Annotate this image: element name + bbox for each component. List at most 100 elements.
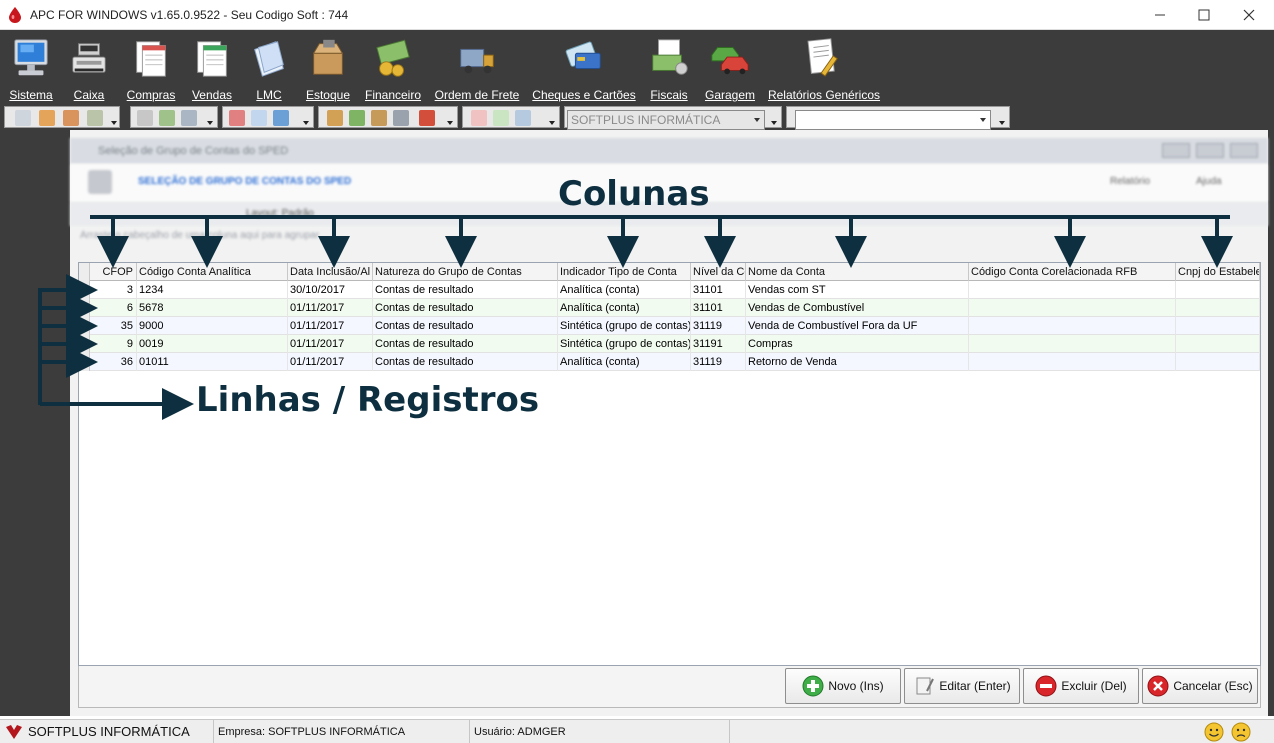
ajuda-button[interactable]: Ajuda: [1196, 176, 1222, 187]
cell-indicador-tipo[interactable]: Analítica (conta): [558, 299, 691, 317]
menu-compras[interactable]: Compras: [123, 32, 179, 102]
column-header-nivel[interactable]: Nível da Co: [691, 263, 746, 281]
dialog-minimize-button[interactable]: [1162, 143, 1190, 158]
menu-estoque[interactable]: Estoque: [302, 32, 354, 102]
menu-fiscais[interactable]: Fiscais: [644, 32, 694, 102]
chevron-down-icon[interactable]: [303, 121, 309, 125]
cell-nome-conta[interactable]: Retorno de Venda: [746, 353, 969, 371]
recycle-icon[interactable]: [515, 110, 531, 126]
cell-natureza[interactable]: Contas de resultado: [373, 299, 558, 317]
truck-icon[interactable]: [393, 110, 409, 126]
crate-icon[interactable]: [371, 110, 387, 126]
column-header-indicador-tipo[interactable]: Indicador Tipo de Conta: [558, 263, 691, 281]
column-header-nome-conta[interactable]: Nome da Conta: [746, 263, 969, 281]
second-combo[interactable]: [795, 110, 991, 130]
maximize-button[interactable]: [1195, 6, 1213, 24]
window-close-icon[interactable]: [15, 110, 31, 126]
cell-codigo-rfb[interactable]: [969, 335, 1176, 353]
relatorio-button[interactable]: Relatório: [1110, 176, 1150, 187]
cell-cnpj[interactable]: [1176, 335, 1260, 353]
money-icon[interactable]: [349, 110, 365, 126]
cell-data-inclusao[interactable]: 01/11/2017: [288, 299, 373, 317]
column-header-natureza[interactable]: Natureza do Grupo de Contas: [373, 263, 558, 281]
menu-caixa[interactable]: Caixa: [64, 32, 114, 102]
user-edit-icon[interactable]: [63, 110, 79, 126]
cell-data-inclusao[interactable]: 01/11/2017: [288, 317, 373, 335]
cell-cfop[interactable]: 3: [91, 281, 137, 299]
user-icon[interactable]: [39, 110, 55, 126]
cell-natureza[interactable]: Contas de resultado: [373, 317, 558, 335]
document-red-icon[interactable]: [229, 110, 245, 126]
cell-cnpj[interactable]: [1176, 317, 1260, 335]
chevron-down-icon[interactable]: [549, 121, 555, 125]
cell-codigo-conta[interactable]: 0019: [137, 335, 288, 353]
menu-relatorios-genericos[interactable]: Relatórios Genéricos: [766, 32, 882, 102]
cancelar-button[interactable]: Cancelar (Esc): [1142, 668, 1258, 704]
cell-cnpj[interactable]: [1176, 299, 1260, 317]
table-row[interactable]: 36 01011 01/11/2017 Contas de resultado Anal…: [79, 353, 1260, 371]
happy-face-icon[interactable]: [1203, 722, 1225, 742]
cell-nivel[interactable]: 31191: [691, 335, 746, 353]
layout-label[interactable]: Layout: Padrão: [246, 208, 314, 219]
menu-garagem[interactable]: Garagem: [703, 32, 757, 102]
column-header-cnpj[interactable]: Cnpj do Estabele: [1176, 263, 1260, 281]
editar-button[interactable]: Editar (Enter): [904, 668, 1020, 704]
menu-cheques-cartoes[interactable]: Cheques e Cartões: [532, 32, 636, 102]
cell-indicador-tipo[interactable]: Sintética (grupo de contas): [558, 335, 691, 353]
menu-ordem-de-frete[interactable]: Ordem de Frete: [432, 32, 522, 102]
sheet-icon[interactable]: [471, 110, 487, 126]
cell-nivel[interactable]: 31119: [691, 353, 746, 371]
cell-codigo-conta[interactable]: 5678: [137, 299, 288, 317]
table-row[interactable]: 3 1234 30/10/2017 Contas de resultado Analít…: [79, 281, 1260, 299]
person-icon[interactable]: [273, 110, 289, 126]
cell-codigo-rfb[interactable]: [969, 281, 1176, 299]
cell-indicador-tipo[interactable]: Analítica (conta): [558, 281, 691, 299]
chevron-down-icon[interactable]: [999, 121, 1005, 125]
cell-nivel[interactable]: 31119: [691, 317, 746, 335]
fuel-icon[interactable]: [419, 110, 435, 126]
cell-cfop[interactable]: 6: [91, 299, 137, 317]
row-indicator[interactable]: [79, 317, 90, 335]
column-header-codigo-rfb[interactable]: Código Conta Corelacionada RFB: [969, 263, 1176, 281]
row-indicator[interactable]: [79, 353, 90, 371]
sad-face-icon[interactable]: [1230, 722, 1252, 742]
table-row[interactable]: 35 9000 01/11/2017 Contas de resultado Sinté…: [79, 317, 1260, 335]
cell-cnpj[interactable]: [1176, 281, 1260, 299]
cell-nome-conta[interactable]: Venda de Combustível Fora da UF: [746, 317, 969, 335]
cell-codigo-conta[interactable]: 01011: [137, 353, 288, 371]
chevron-down-icon[interactable]: [771, 121, 777, 125]
grid-corner[interactable]: [79, 263, 90, 281]
chevron-down-icon[interactable]: [111, 121, 117, 125]
printer-icon[interactable]: [137, 110, 153, 126]
cell-indicador-tipo[interactable]: Sintética (grupo de contas): [558, 317, 691, 335]
close-button[interactable]: [1240, 6, 1258, 24]
cell-natureza[interactable]: Contas de resultado: [373, 281, 558, 299]
cell-cnpj[interactable]: [1176, 353, 1260, 371]
cell-codigo-rfb[interactable]: [969, 353, 1176, 371]
column-header-codigo-conta[interactable]: Código Conta Analítica: [137, 263, 288, 281]
menu-lmc[interactable]: LMC: [246, 32, 292, 102]
cell-indicador-tipo[interactable]: Analítica (conta): [558, 353, 691, 371]
novo-button[interactable]: Novo (Ins): [785, 668, 901, 704]
row-indicator[interactable]: [79, 335, 90, 353]
scanner-icon[interactable]: [159, 110, 175, 126]
row-indicator[interactable]: [79, 281, 90, 299]
document-blue-icon[interactable]: [251, 110, 267, 126]
cell-cfop[interactable]: 36: [91, 353, 137, 371]
chevron-down-icon[interactable]: [447, 121, 453, 125]
pump-icon[interactable]: [181, 110, 197, 126]
cell-data-inclusao[interactable]: 01/11/2017: [288, 335, 373, 353]
cell-nivel[interactable]: 31101: [691, 299, 746, 317]
cell-data-inclusao[interactable]: 01/11/2017: [288, 353, 373, 371]
dialog-maximize-button[interactable]: [1196, 143, 1224, 158]
broom-icon[interactable]: [87, 110, 103, 126]
dialog-close-button[interactable]: [1230, 143, 1258, 158]
cell-data-inclusao[interactable]: 30/10/2017: [288, 281, 373, 299]
table-row[interactable]: 9 0019 01/11/2017 Contas de resultado Sintét…: [79, 335, 1260, 353]
cell-natureza[interactable]: Contas de resultado: [373, 353, 558, 371]
menu-sistema[interactable]: Sistema: [6, 32, 56, 102]
cell-natureza[interactable]: Contas de resultado: [373, 335, 558, 353]
column-header-data-inclusao[interactable]: Data Inclusão/Al: [288, 263, 373, 281]
cell-codigo-rfb[interactable]: [969, 299, 1176, 317]
cell-nivel[interactable]: 31101: [691, 281, 746, 299]
